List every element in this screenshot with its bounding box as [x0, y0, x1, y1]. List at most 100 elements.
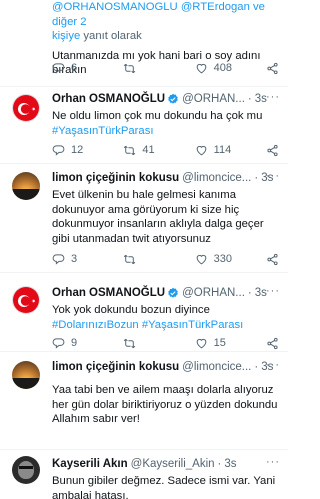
separator-dot: ·	[254, 361, 259, 373]
like-count: 408	[213, 62, 233, 74]
author-handle[interactable]: @limoncice...	[182, 170, 251, 186]
like-count: 15	[213, 337, 226, 349]
separator-dot: ·	[247, 287, 252, 299]
tweet-6[interactable]: Kayserili Akın @Kayserili_Akin · 3s ··· …	[0, 450, 288, 499]
retweet-count: 41	[142, 144, 155, 156]
turkish-flag-icon	[13, 287, 40, 314]
share-icon	[266, 62, 279, 75]
like-icon	[195, 253, 208, 266]
like-count: 114	[213, 144, 232, 156]
share-button[interactable]	[266, 144, 280, 157]
reply-count: 12	[71, 144, 84, 156]
tweet-5[interactable]: limon çiçeğinin kokusu @limoncice... · 3…	[0, 352, 288, 444]
reply-icon	[52, 253, 65, 266]
tweet-content: Orhan OSMANOĞLU @ORHAN... · 3s ··· Ne ol…	[52, 91, 280, 138]
author-handle[interactable]: @ORHAN...	[182, 91, 245, 107]
reply-button[interactable]: 3	[52, 253, 110, 266]
like-button[interactable]: 114	[195, 144, 253, 157]
tweet-actions: 3 330	[52, 251, 280, 267]
share-icon	[266, 253, 279, 266]
reply-button[interactable]: 12	[52, 144, 110, 157]
author-name[interactable]: limon çiçeğinin kokusu	[52, 170, 179, 186]
more-options-icon[interactable]: ···	[266, 285, 280, 297]
tweet-actions: 9 15	[52, 335, 280, 351]
verified-icon	[167, 93, 179, 105]
like-icon	[195, 62, 208, 75]
verified-icon	[167, 287, 179, 299]
author-handle[interactable]: @ORHAN...	[182, 285, 245, 301]
share-button[interactable]	[266, 253, 280, 266]
like-button[interactable]: 15	[195, 337, 253, 350]
tweet-header: Orhan OSMANOĞLU @ORHAN... · 3s	[52, 91, 280, 107]
avatar[interactable]	[12, 286, 40, 314]
share-button[interactable]	[266, 62, 280, 75]
tweet-text-line: Yok yok dokundu bozun diyince	[52, 304, 210, 316]
tweet-text: Yaa tabi ben ve ailem maaşı dolarla alıy…	[52, 384, 278, 425]
timestamp[interactable]: 3s	[224, 456, 236, 472]
share-button[interactable]	[266, 337, 280, 350]
retweet-button[interactable]: 41	[123, 144, 181, 157]
author-name[interactable]: Orhan OSMANOĞLU	[52, 285, 165, 301]
reply-button[interactable]: 6	[52, 62, 110, 75]
avatar[interactable]	[12, 361, 40, 389]
reply-count: 3	[71, 253, 78, 265]
retweet-button[interactable]	[123, 62, 181, 75]
tweet-3[interactable]: limon çiçeğinin kokusu @limoncice... · 3…	[0, 164, 288, 272]
hashtag[interactable]: #YaşasınTürkParası	[52, 125, 154, 137]
retweet-icon	[123, 62, 136, 75]
tweet-1[interactable]: @ORHANOSMANOGLU @RTErdogan ve diğer 2 ki…	[0, 0, 288, 88]
tweet-2[interactable]: Orhan OSMANOĞLU @ORHAN... · 3s ··· Ne ol…	[0, 87, 288, 164]
avatar[interactable]	[12, 456, 40, 484]
retweet-button[interactable]	[123, 337, 181, 350]
hashtag[interactable]: #DolarınızıBozun	[52, 319, 139, 331]
more-options-icon[interactable]: ···	[266, 359, 280, 371]
more-options-icon[interactable]: ···	[266, 456, 280, 468]
tweet-actions: 12 41 114	[52, 142, 280, 158]
tweet-header: Orhan OSMANOĞLU @ORHAN... · 3s	[52, 285, 280, 301]
tweet-content: Orhan OSMANOĞLU @ORHAN... · 3s ··· Yok y…	[52, 285, 280, 332]
tweet-content: Kayserili Akın @Kayserili_Akin · 3s ··· …	[52, 456, 280, 499]
sunset-silhouette-icon	[12, 378, 40, 389]
tweet-content: limon çiçeğinin kokusu @limoncice... · 3…	[52, 359, 280, 427]
tweet-text: Ne oldu limon çok mu dokundu ha çok mu #…	[52, 109, 280, 138]
retweet-icon	[123, 337, 136, 350]
reply-count: 6	[71, 62, 78, 74]
like-button[interactable]: 330	[195, 253, 253, 266]
reply-to-count[interactable]: kişiye	[52, 30, 80, 42]
tweet-text: Bunun gibiler değmez. Sadece ismi var. Y…	[52, 475, 276, 499]
tweet-content: limon çiçeğinin kokusu @limoncice... · 3…	[52, 170, 280, 246]
like-icon	[195, 337, 208, 350]
retweet-icon	[123, 253, 136, 266]
author-name[interactable]: Orhan OSMANOĞLU	[52, 91, 165, 107]
like-button[interactable]: 408	[195, 62, 253, 75]
avatar[interactable]	[12, 172, 40, 200]
tweet-actions: 6 408	[52, 60, 280, 76]
reply-count: 9	[71, 337, 78, 349]
share-icon	[266, 144, 279, 157]
author-handle[interactable]: @Kayserili_Akin	[131, 456, 215, 472]
tweet-4[interactable]: Orhan OSMANOĞLU @ORHAN... · 3s ··· Yok y…	[0, 273, 288, 351]
tweet-text: Evet ülkenin bu hale gelmesi kanıma doku…	[52, 189, 264, 245]
tweet-header: limon çiçeğinin kokusu @limoncice... · 3…	[52, 359, 280, 375]
tweet-text-line: Ne oldu limon çok mu dokundu ha çok mu	[52, 110, 263, 122]
turkish-flag-icon	[13, 95, 40, 122]
hashtag[interactable]: #YaşasınTürkParası	[142, 319, 244, 331]
retweet-icon	[123, 144, 136, 157]
share-icon	[266, 337, 279, 350]
separator-dot: ·	[247, 93, 252, 105]
reply-icon	[52, 337, 65, 350]
author-name[interactable]: limon çiçeğinin kokusu	[52, 359, 179, 375]
author-name[interactable]: Kayserili Akın	[52, 456, 128, 472]
author-handle[interactable]: @limoncice...	[182, 359, 251, 375]
separator-dot: ·	[217, 458, 222, 470]
tweet-header: limon çiçeğinin kokusu @limoncice... · 3…	[52, 170, 280, 186]
reply-button[interactable]: 9	[52, 337, 110, 350]
reply-to-mentions[interactable]: @ORHANOSMANOGLU @RTErdogan ve diğer 2	[52, 1, 265, 28]
like-count: 330	[213, 253, 233, 265]
separator-dot: ·	[254, 172, 259, 184]
reply-icon	[52, 62, 65, 75]
retweet-button[interactable]	[123, 253, 181, 266]
more-options-icon[interactable]: ···	[266, 170, 280, 182]
avatar[interactable]	[12, 94, 40, 122]
more-options-icon[interactable]: ···	[266, 91, 280, 103]
